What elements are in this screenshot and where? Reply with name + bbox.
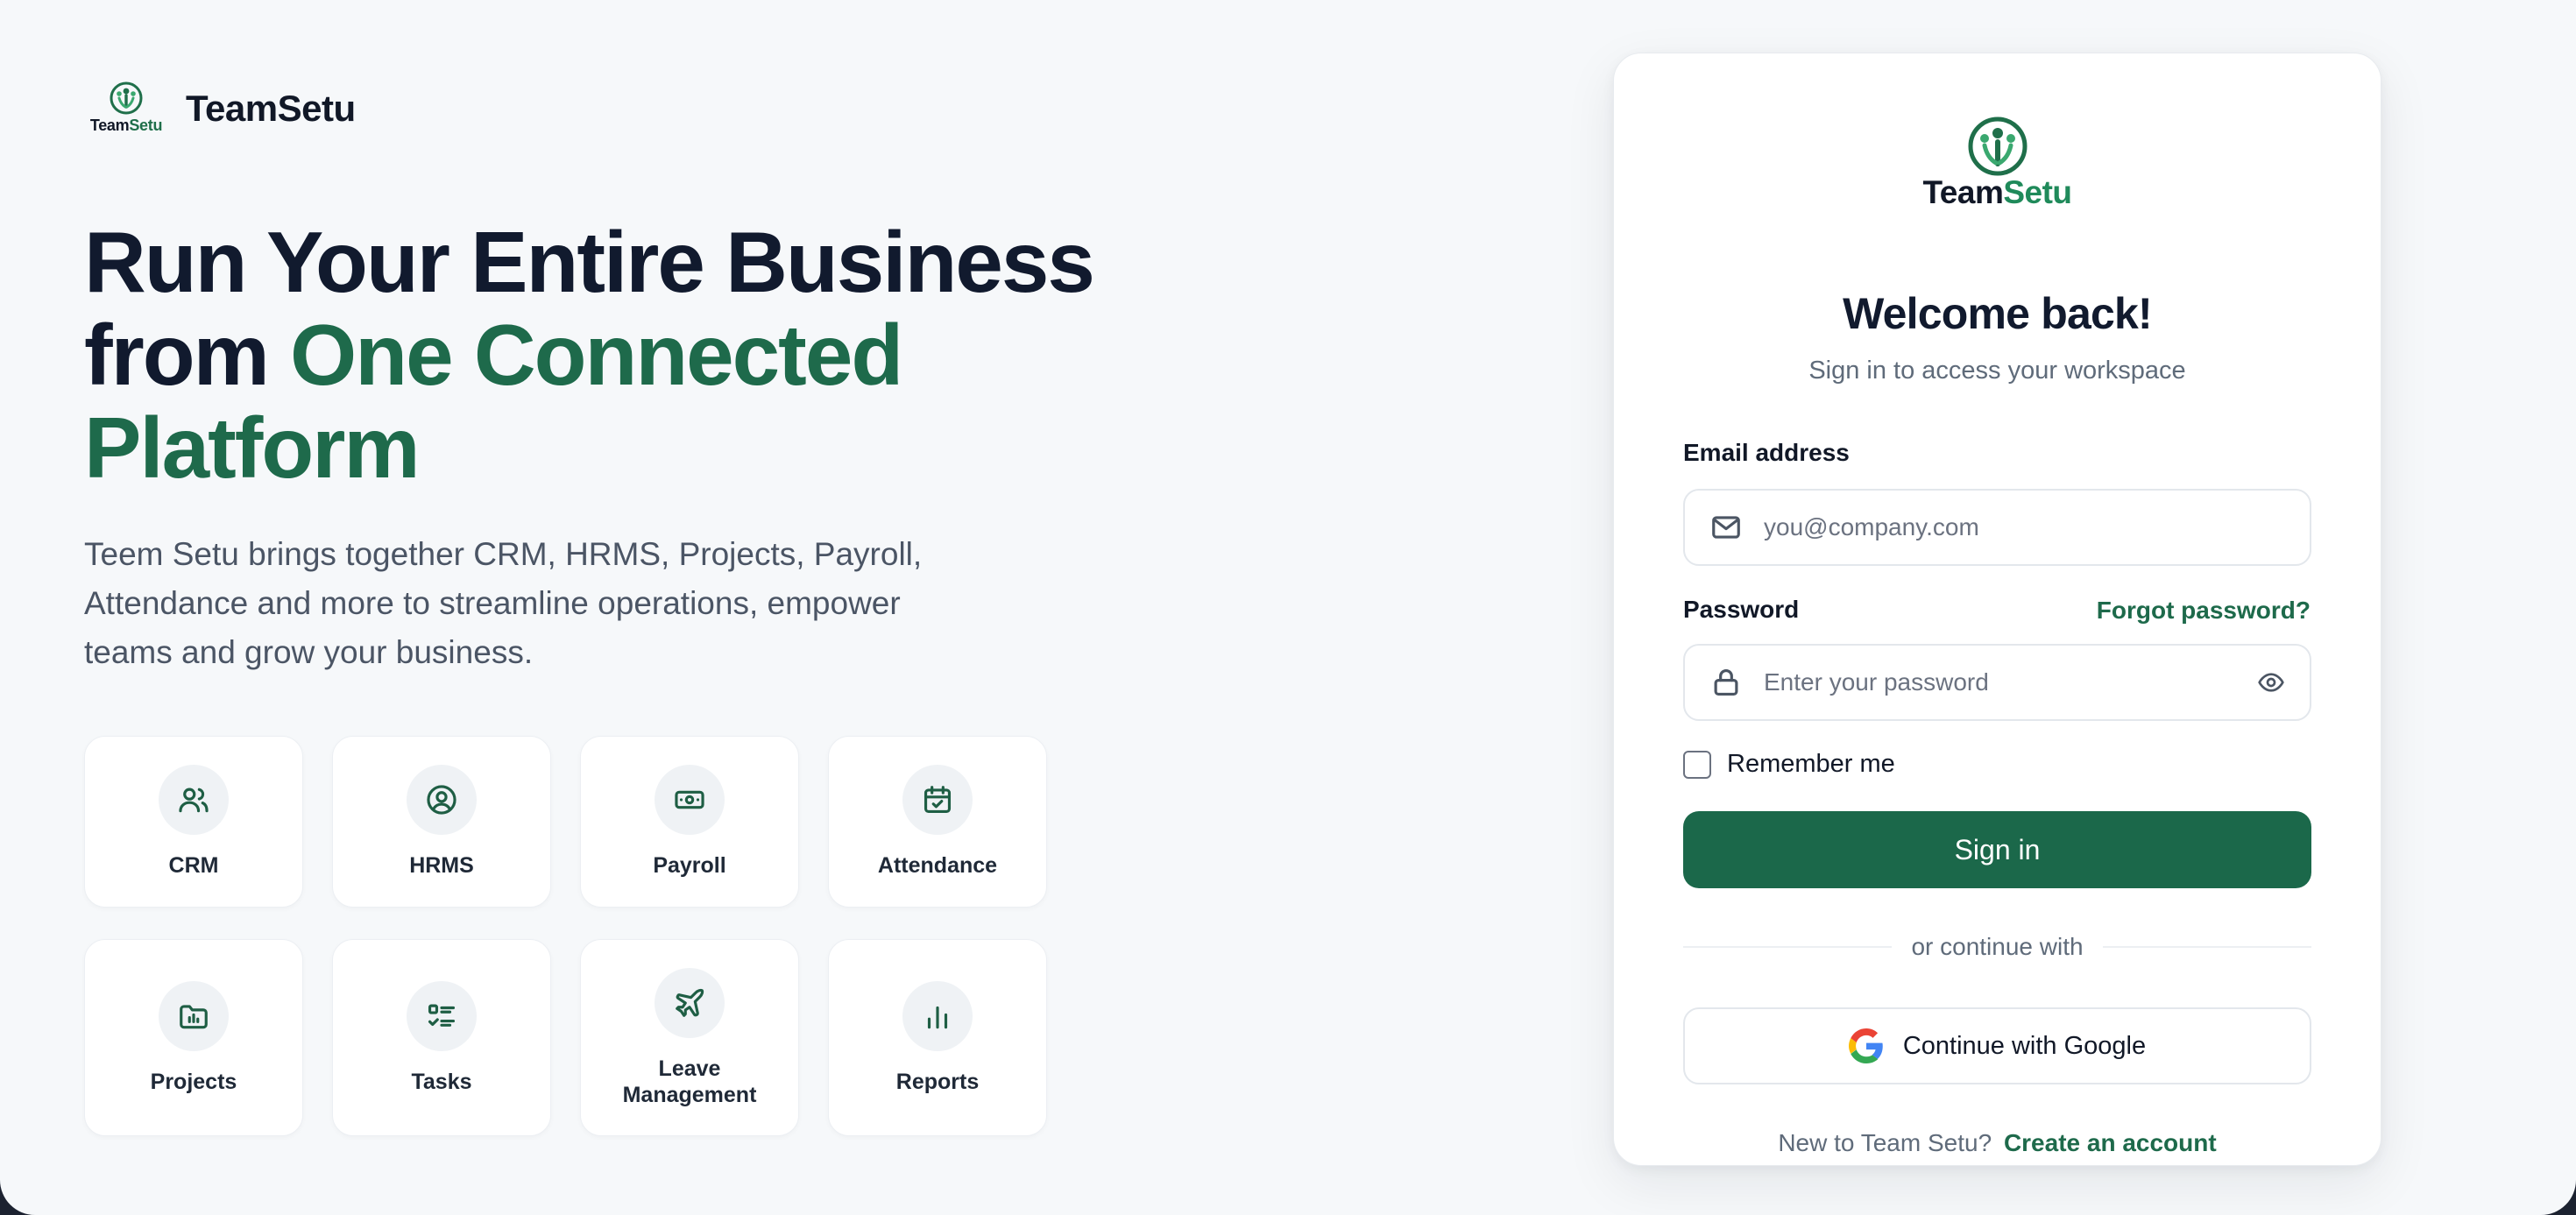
- headline-line-1: Run Your Entire Business: [84, 214, 1095, 310]
- feature-card-reports[interactable]: Reports: [828, 939, 1047, 1136]
- card-logo: TeamSetu: [1614, 115, 2381, 211]
- google-icon: [1848, 1028, 1883, 1063]
- signup-prompt: New to Team Setu? Create an account: [1614, 1129, 2381, 1157]
- feature-card-attendance[interactable]: Attendance: [828, 736, 1047, 908]
- brand-name: TeamSetu: [186, 88, 356, 129]
- feature-label: Attendance: [877, 853, 998, 878]
- welcome-title: Welcome back!: [1843, 289, 2153, 338]
- feature-label: HRMS: [409, 853, 474, 878]
- bar-chart-icon: [902, 980, 973, 1051]
- brand-logo: TeamSetu: [84, 81, 168, 137]
- signup-text: New to Team Setu?: [1778, 1129, 1992, 1156]
- welcome-subtitle: Sign in to access your workspace: [1808, 357, 2186, 385]
- teamsetu-logo-icon: [110, 81, 143, 115]
- headline-accent-2: Platform: [84, 399, 421, 496]
- feature-label: Leave Management: [622, 1056, 757, 1107]
- feature-label: Projects: [150, 1069, 237, 1094]
- divider-text: or continue with: [1911, 933, 2084, 960]
- feature-card-crm[interactable]: CRM: [84, 736, 303, 908]
- google-button-label: Continue with Google: [1902, 1031, 2147, 1060]
- feature-card-tasks[interactable]: Tasks: [332, 939, 551, 1136]
- hero-headline: Run Your Entire Business from One Connec…: [84, 215, 1136, 494]
- email-label: Email address: [1683, 439, 1850, 466]
- features-grid: CRM HRMS Payroll Attendance Projects Tas…: [84, 736, 1047, 1136]
- google-sign-in-button[interactable]: Continue with Google: [1683, 1007, 2311, 1084]
- sign-in-button[interactable]: Sign in: [1683, 811, 2311, 888]
- calendar-check-icon: [902, 765, 973, 835]
- remember-label: Remember me: [1727, 750, 1895, 778]
- divider-line: [1683, 946, 1893, 948]
- lock-icon: [1714, 668, 1738, 696]
- divider: or continue with: [1683, 933, 2312, 961]
- create-account-link[interactable]: Create an account: [2004, 1129, 2217, 1156]
- feature-label: CRM: [168, 853, 219, 878]
- email-field[interactable]: [1683, 489, 2311, 566]
- banknote-icon: [655, 765, 725, 835]
- eye-icon[interactable]: [2257, 668, 2285, 696]
- password-input[interactable]: [1764, 668, 2257, 696]
- feature-label: Reports: [895, 1069, 980, 1094]
- card-logo-wordmark: TeamSetu: [1922, 174, 2072, 210]
- login-card: TeamSetu Welcome back! Sign in to access…: [1613, 53, 2381, 1166]
- forgot-password-link[interactable]: Forgot password?: [2097, 597, 2311, 625]
- list-check-icon: [407, 980, 477, 1051]
- headline-line-2: from: [84, 307, 290, 403]
- divider-line: [2102, 946, 2312, 948]
- remember-me[interactable]: Remember me: [1683, 750, 1895, 779]
- plane-icon: [655, 967, 725, 1038]
- feature-card-hrms[interactable]: HRMS: [332, 736, 551, 908]
- mail-icon: [1712, 516, 1740, 539]
- users-icon: [159, 765, 229, 835]
- password-label: Password: [1683, 596, 1800, 623]
- teamsetu-logo-icon: [1968, 117, 2027, 176]
- feature-label: Payroll: [653, 853, 726, 878]
- user-circle-icon: [407, 765, 477, 835]
- remember-checkbox[interactable]: [1683, 750, 1711, 779]
- logo-wordmark: TeamSetu: [89, 117, 163, 134]
- email-input[interactable]: [1764, 513, 2285, 541]
- feature-card-leave-management[interactable]: Leave Management: [580, 939, 799, 1136]
- feature-card-projects[interactable]: Projects: [84, 939, 303, 1136]
- feature-card-payroll[interactable]: Payroll: [580, 736, 799, 908]
- hero-description: Teem Setu brings together CRM, HRMS, Pro…: [84, 536, 923, 670]
- brand-header[interactable]: TeamSetu TeamSetu: [84, 81, 356, 137]
- headline-accent-1: One Connected: [290, 307, 903, 403]
- feature-label: Tasks: [411, 1069, 472, 1094]
- login-page: TeamSetu TeamSetu Run Your Entire Busine…: [0, 0, 2576, 1215]
- password-field[interactable]: [1683, 644, 2311, 721]
- folder-icon: [159, 980, 229, 1051]
